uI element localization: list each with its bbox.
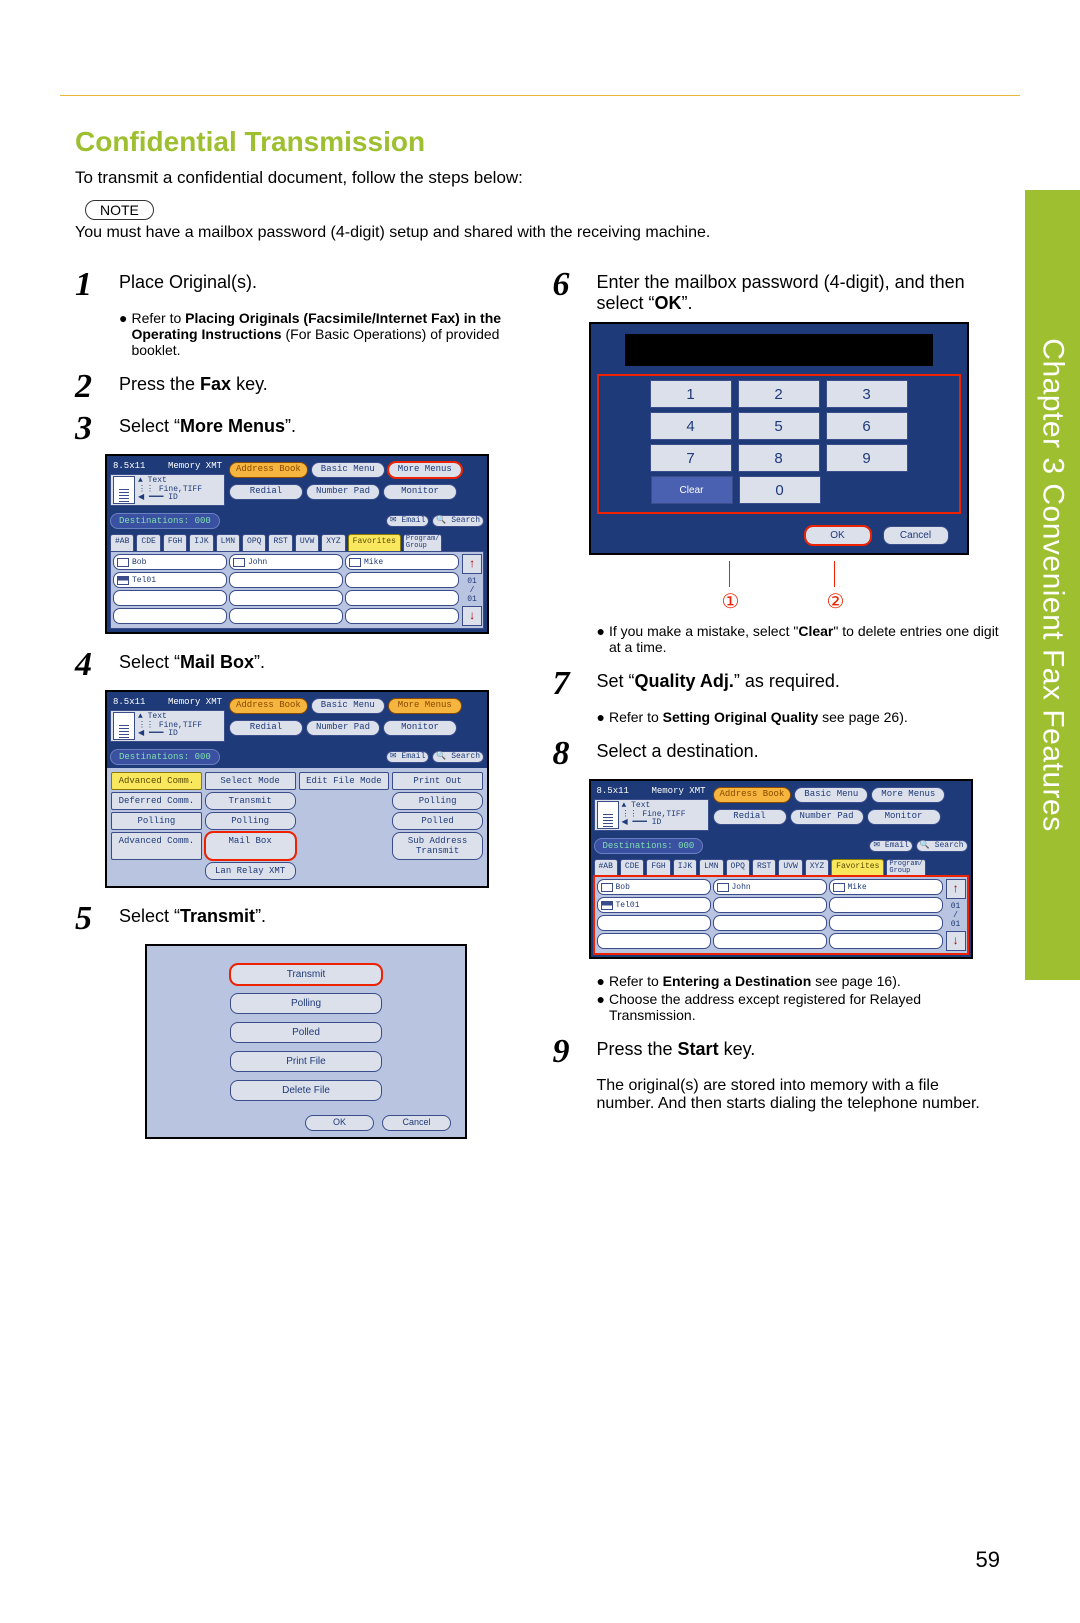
contact-entry[interactable]: Mike: [345, 554, 459, 570]
step-4: 4 Select “Mail Box”.: [75, 648, 523, 682]
note-text: You must have a mailbox password (4-digi…: [75, 224, 1000, 242]
callouts: ① ②: [589, 561, 949, 617]
step-6: 6 Enter the mailbox password (4-digit), …: [553, 268, 1001, 314]
alpha-tabs[interactable]: #ABCDE FGHIJK LMNOPQ RSTUVW XYZ Favorite…: [107, 532, 487, 551]
fax-screen-transmit-list: Transmit Polling Polled Print File Delet…: [145, 944, 467, 1139]
contact-entry[interactable]: John: [229, 554, 343, 570]
scroll-down-icon[interactable]: ↓: [462, 606, 482, 626]
more-menus-active[interactable]: More Menus: [388, 698, 462, 714]
step-8: 8 Select a destination.: [553, 737, 1001, 771]
key-5[interactable]: 5: [738, 412, 820, 440]
destination-list[interactable]: Bob John Mike Tel01: [594, 876, 968, 954]
key-4[interactable]: 4: [650, 412, 732, 440]
step-8-notes: ● Refer to Entering a Destination see pa…: [597, 973, 1001, 1023]
fax-screen-destination: 8.5x11Memory XMT ▲ Text ⋮⋮ Fine,TIFF ◀ ━…: [589, 779, 973, 959]
step-9-note: The original(s) are stored into memory w…: [597, 1077, 1001, 1113]
scroll-up-icon[interactable]: ↑: [462, 554, 482, 574]
key-1[interactable]: 1: [650, 380, 732, 408]
chapter-side-tab: Chapter 3 Convenient Fax Features: [1025, 190, 1080, 980]
key-9[interactable]: 9: [826, 444, 908, 472]
password-display: [625, 334, 933, 366]
key-6[interactable]: 6: [826, 412, 908, 440]
search-btn[interactable]: 🔍 Search: [432, 515, 484, 528]
email-btn[interactable]: ✉ Email: [386, 515, 430, 528]
step-9: 9 Press the Start key.: [553, 1035, 1001, 1069]
fax-screen-password: 1 2 3 4 5 6 7 8 9: [589, 322, 969, 555]
cancel-btn[interactable]: Cancel: [883, 526, 949, 545]
contact-entry[interactable]: Bob: [113, 554, 227, 570]
transmit-btn[interactable]: Transmit: [230, 964, 382, 985]
fax-screen-mailbox: 8.5x11Memory XMT ▲ Text ⋮⋮ Fine,TIFF ◀ ━…: [105, 690, 489, 888]
destinations-count[interactable]: Destinations: 000: [110, 513, 220, 529]
monitor-btn[interactable]: Monitor: [383, 484, 457, 500]
key-3[interactable]: 3: [826, 380, 908, 408]
intro-text: To transmit a confidential document, fol…: [75, 168, 1000, 188]
step-6-note: ● If you make a mistake, select "Clear" …: [597, 623, 1001, 655]
page-number: 59: [976, 1547, 1000, 1573]
scroll-down-icon[interactable]: ↓: [946, 931, 966, 951]
redial-btn[interactable]: Redial: [229, 484, 303, 500]
cancel-btn[interactable]: Cancel: [382, 1115, 451, 1131]
note-badge: NOTE: [85, 200, 154, 220]
contact-entry[interactable]: Tel01: [113, 572, 227, 588]
advanced-comm-tab[interactable]: Advanced Comm.: [111, 772, 202, 790]
fax-screen-more-menus: 8.5x11Memory XMT ▲ Text ⋮⋮ Fine,TIFF ◀ ━…: [105, 454, 489, 634]
section-title: Confidential Transmission: [75, 126, 1000, 158]
step-3: 3 Select “More Menus”.: [75, 412, 523, 446]
keypad: 1 2 3 4 5 6 7 8 9: [599, 376, 959, 512]
ok-btn[interactable]: OK: [305, 1115, 374, 1131]
step-2: 2 Press the Fax key.: [75, 370, 523, 404]
key-8[interactable]: 8: [738, 444, 820, 472]
key-2[interactable]: 2: [738, 380, 820, 408]
scroll-up-icon[interactable]: ↑: [946, 879, 966, 899]
step-5: 5 Select “Transmit”.: [75, 902, 523, 936]
number-pad-btn[interactable]: Number Pad: [306, 484, 380, 500]
step-7-note: ● Refer to Setting Original Quality see …: [597, 709, 1001, 725]
address-book-btn[interactable]: Address Book: [229, 462, 308, 478]
more-menus-btn[interactable]: More Menus: [388, 462, 462, 478]
ok-btn[interactable]: OK: [805, 526, 871, 545]
step-1-note: ● Refer to Placing Originals (Facsimile/…: [119, 310, 523, 358]
key-7[interactable]: 7: [650, 444, 732, 472]
step-1: 1 Place Original(s).: [75, 268, 523, 302]
key-clear[interactable]: Clear: [651, 476, 733, 504]
step-7: 7 Set “Quality Adj.” as required.: [553, 667, 1001, 701]
mail-box-btn[interactable]: Mail Box: [205, 832, 296, 860]
original-icon: [113, 476, 135, 504]
basic-menu-btn[interactable]: Basic Menu: [311, 462, 385, 478]
key-0[interactable]: 0: [739, 476, 821, 504]
